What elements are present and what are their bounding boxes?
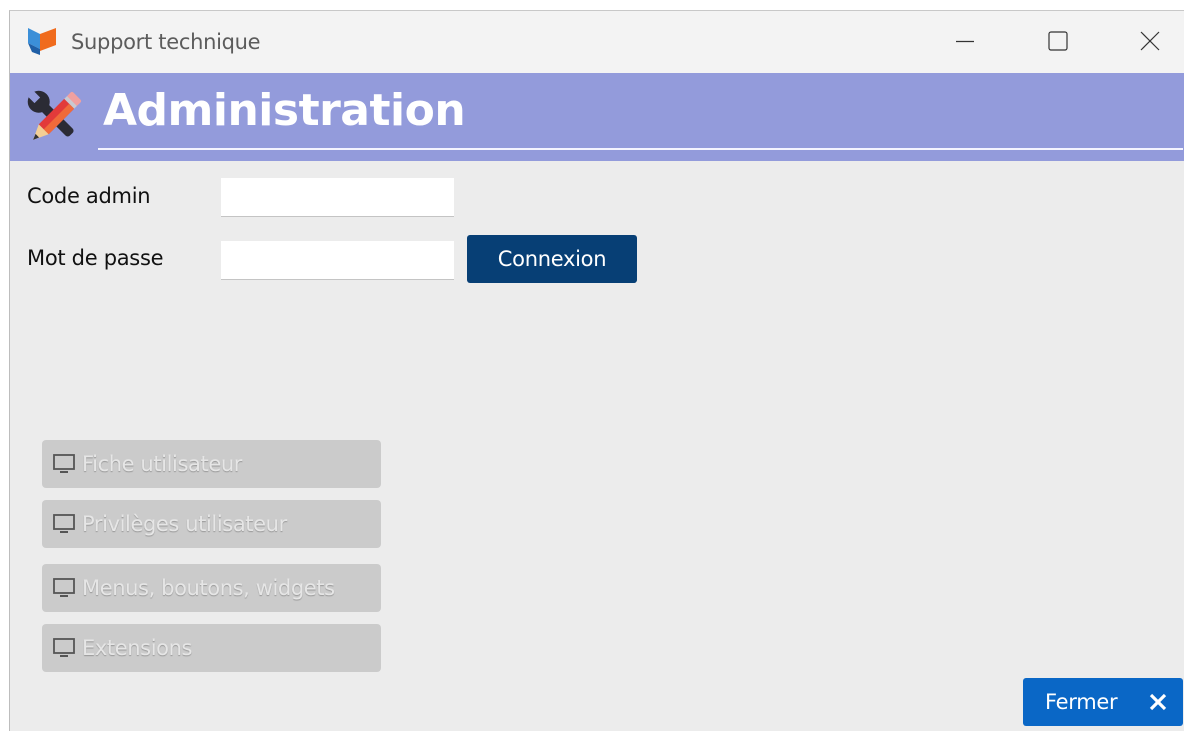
connexion-button-label: Connexion [497,247,607,271]
fermer-button-label: Fermer [1045,690,1118,714]
page-title: Administration [103,85,466,136]
app-logo-icon [28,28,56,55]
extensions-button[interactable]: Extensions [42,624,381,672]
privileges-utilisateur-button[interactable]: Privilèges utilisateur [42,500,381,548]
window-title: Support technique [71,30,261,54]
connexion-button[interactable]: Connexion [467,235,637,283]
menus-boutons-widgets-button[interactable]: Menus, boutons, widgets [42,564,381,612]
code-admin-label: Code admin [27,184,151,208]
menu-item-label: Extensions [82,636,193,660]
close-x-icon [1149,693,1167,711]
password-label: Mot de passe [27,246,164,270]
title-bar[interactable]: Support technique [10,11,1184,73]
maximize-icon [1048,31,1068,51]
password-input[interactable] [221,241,454,280]
tools-icon [27,90,82,140]
monitor-icon [53,514,75,533]
minimize-icon [956,40,974,43]
maximize-button[interactable] [1043,26,1073,56]
fermer-button[interactable]: Fermer [1023,678,1183,726]
menu-item-label: Privilèges utilisateur [82,512,287,536]
menu-item-label: Menus, boutons, widgets [82,576,335,600]
close-icon [1140,31,1160,51]
admin-header: Administration [10,73,1184,161]
header-underline [98,148,1183,150]
menu-item-label: Fiche utilisateur [82,452,242,476]
monitor-icon [53,578,75,597]
app-window: Support technique Administration Code ad… [9,10,1184,731]
window-close-button[interactable] [1135,26,1165,56]
monitor-icon [53,454,75,473]
fiche-utilisateur-button[interactable]: Fiche utilisateur [42,440,381,488]
monitor-icon [53,638,75,657]
minimize-button[interactable] [950,26,980,56]
code-admin-input[interactable] [221,178,454,217]
